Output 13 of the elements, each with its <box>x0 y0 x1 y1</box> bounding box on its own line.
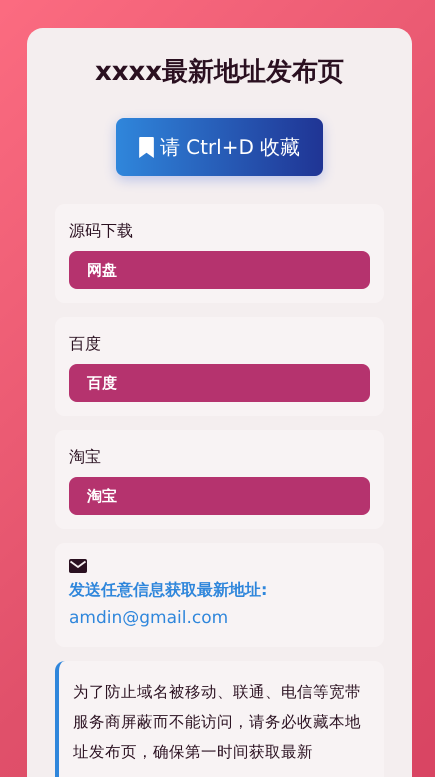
bookmark-icon <box>138 136 154 158</box>
notice-text: 为了防止域名被移动、联通、电信等宽带服务商屏蔽而不能访问，请务必收藏本地址发布页，确保第一时间获取最新 <box>73 682 362 763</box>
email-link[interactable]: amdin@gmail.com <box>69 603 370 633</box>
link-button[interactable]: 网盘 <box>69 251 370 289</box>
link-label: 源码下载 <box>69 220 134 242</box>
link-button[interactable]: 淘宝 <box>69 477 370 515</box>
bookmark-button[interactable]: 请 Ctrl+D 收藏 <box>116 118 324 176</box>
page-title: xxxx最新地址发布页 <box>94 56 346 89</box>
link-label: 淘宝 <box>69 446 102 468</box>
contact-prompt: 发送任意信息获取最新地址: <box>69 579 268 601</box>
link-label: 百度 <box>69 333 102 355</box>
link-button[interactable]: 百度 <box>69 364 370 402</box>
envelope-icon <box>69 559 87 573</box>
